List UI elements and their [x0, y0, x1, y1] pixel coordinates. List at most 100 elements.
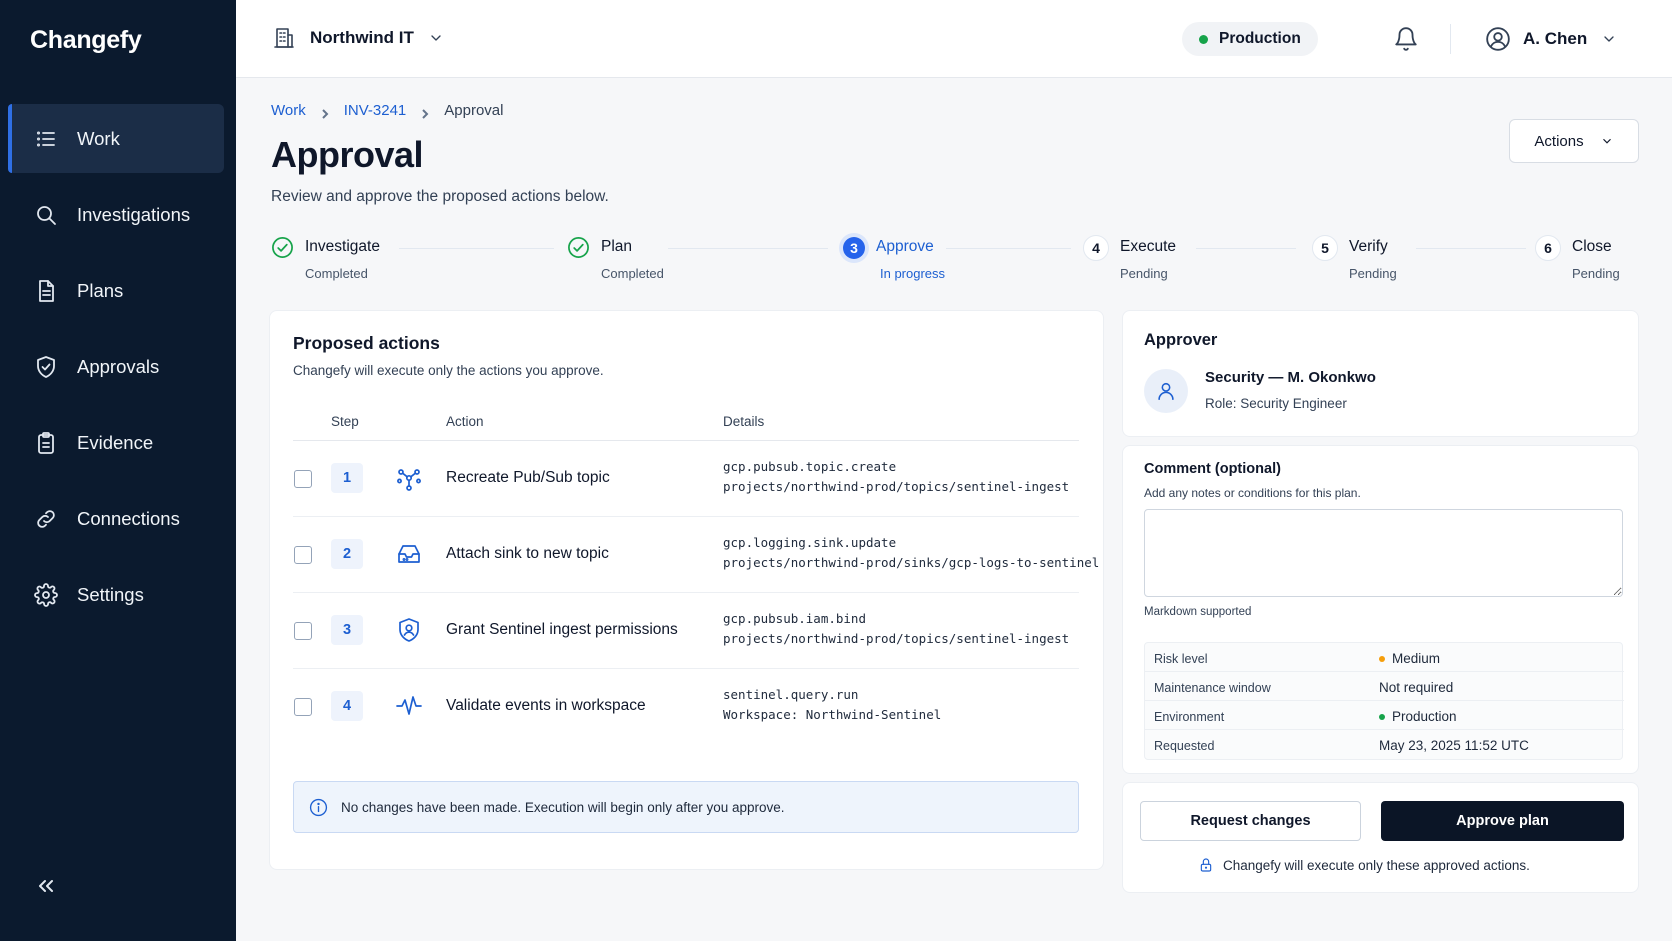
card-title: Proposed actions — [293, 333, 440, 353]
breadcrumb-link-investigation[interactable]: INV-3241 — [344, 102, 407, 119]
step-label: Investigate — [305, 238, 380, 255]
step-execute[interactable]: 4 Execute Pending — [1083, 235, 1177, 281]
markdown-note: Markdown supported — [1144, 606, 1252, 618]
row-checkbox[interactable] — [294, 622, 312, 640]
sidebar-item-connections[interactable]: Connections — [8, 484, 224, 553]
meta-key: Maintenance window — [1154, 681, 1271, 695]
step-label: Plan — [601, 238, 633, 255]
row-checkbox[interactable] — [294, 470, 312, 488]
step-status: Pending — [1572, 266, 1620, 281]
status-dot — [1199, 34, 1208, 44]
comment-label: Comment (optional) — [1144, 461, 1281, 477]
step-label: Close — [1572, 238, 1612, 255]
action-detail-operation: gcp.logging.sink.update — [723, 535, 897, 550]
sidebar-item-label: Settings — [77, 583, 144, 605]
step-number: 6 — [1535, 235, 1561, 261]
step-verify[interactable]: 5 Verify Pending — [1312, 235, 1397, 281]
comment-textarea[interactable] — [1144, 509, 1623, 597]
user-name: A. Chen — [1523, 29, 1588, 48]
action-name: Grant Sentinel ingest permissions — [446, 621, 678, 638]
user-menu[interactable]: A. Chen — [1485, 26, 1617, 52]
step-plan[interactable]: Plan Completed — [567, 236, 664, 281]
user-icon — [1144, 369, 1188, 413]
link-icon — [32, 505, 60, 533]
step-label: Execute — [1120, 238, 1177, 255]
step-approve[interactable]: 3 Approve In progress — [843, 236, 945, 281]
double-chevron-left-icon[interactable] — [34, 874, 58, 898]
sidebar-item-label: Connections — [77, 507, 180, 529]
step-connector — [668, 248, 828, 249]
meta-row: Risk level Medium — [1145, 643, 1624, 672]
approver-card: Approver Security — M. Okonkwo Role: Sec… — [1122, 310, 1639, 437]
meta-value: Production — [1379, 709, 1457, 724]
sidebar-item-plans[interactable]: Plans — [8, 256, 224, 325]
info-text: No changes have been made. Execution wil… — [341, 799, 785, 815]
table-row: 4 Validate events in workspace sentinel.… — [293, 669, 1079, 745]
step-status: In progress — [880, 266, 946, 281]
gear-icon — [32, 581, 60, 609]
step-number: 4 — [331, 691, 363, 721]
action-name: Attach sink to new topic — [446, 545, 609, 562]
meta-key: Environment — [1154, 710, 1225, 724]
environment-badge[interactable]: Production — [1182, 22, 1318, 56]
meta-value: Not required — [1379, 680, 1454, 695]
step-status: Completed — [601, 266, 664, 281]
step-number: 2 — [331, 539, 363, 569]
sidebar-item-evidence[interactable]: Evidence — [8, 408, 224, 477]
risk-level-value: Medium — [1392, 651, 1441, 666]
column-header-details: Details — [723, 414, 765, 429]
actions-dropdown[interactable]: Actions — [1509, 119, 1639, 163]
step-number: 1 — [331, 463, 363, 493]
column-header-action: Action — [446, 414, 484, 429]
step-investigate[interactable]: Investigate Completed — [271, 236, 380, 281]
search-icon — [32, 201, 60, 229]
org-switcher[interactable]: Northwind IT — [272, 26, 444, 50]
check-circle-icon — [567, 236, 590, 259]
meta-key: Requested — [1154, 739, 1215, 753]
bell-icon[interactable] — [1393, 26, 1419, 52]
sidebar-item-approvals[interactable]: Approvals — [8, 332, 224, 401]
approve-plan-button[interactable]: Approve plan — [1381, 801, 1624, 841]
brand-logo[interactable]: Changefy — [30, 26, 142, 55]
table-row: 3 Grant Sentinel ingest permissions gcp.… — [293, 593, 1079, 669]
sidebar-item-label: Investigations — [77, 203, 191, 225]
action-detail-resource: projects/northwind-prod/sinks/gcp-logs-t… — [723, 555, 1100, 570]
sidebar-item-work[interactable]: Work — [8, 104, 224, 173]
shield-user-icon — [395, 616, 423, 644]
request-changes-button[interactable]: Request changes — [1140, 801, 1361, 841]
sidebar-item-settings[interactable]: Settings — [8, 560, 224, 629]
card-title: Approver — [1144, 331, 1218, 349]
action-detail-operation: gcp.pubsub.iam.bind — [723, 611, 866, 626]
step-close[interactable]: 6 Close Pending — [1535, 235, 1620, 281]
table-row: 2 Attach sink to new topic gcp.logging.s… — [293, 517, 1099, 593]
sidebar: Changefy Work Investigations Plans Appro… — [0, 0, 236, 941]
action-name: Recreate Pub/Sub topic — [446, 469, 610, 486]
step-number: 5 — [1312, 235, 1338, 261]
sidebar-item-label: Work — [77, 127, 120, 149]
meta-value: May 23, 2025 11:52 UTC — [1379, 738, 1529, 753]
column-header-step: Step — [331, 414, 359, 429]
breadcrumb-link-work[interactable]: Work — [271, 102, 306, 119]
step-number: 3 — [843, 237, 865, 259]
environment-dot — [1379, 713, 1385, 720]
card-subtitle: Changefy will execute only the actions y… — [293, 363, 604, 378]
list-icon — [32, 125, 60, 153]
row-checkbox[interactable] — [294, 698, 312, 716]
risk-dot — [1379, 655, 1385, 662]
step-label: Approve — [876, 238, 934, 255]
check-circle-icon — [271, 236, 294, 259]
divider — [1450, 24, 1451, 54]
approver-name: Security — M. Okonkwo — [1205, 369, 1376, 386]
sidebar-nav: Work Investigations Plans Approvals Evid… — [0, 104, 236, 636]
meta-row: Maintenance window Not required — [1145, 672, 1624, 701]
step-connector — [1196, 248, 1296, 249]
building-icon — [274, 28, 294, 48]
chevron-right-icon — [320, 106, 330, 119]
chevron-down-icon — [431, 35, 441, 41]
table-header: Step Action Details — [293, 401, 1079, 441]
sidebar-item-investigations[interactable]: Investigations — [8, 180, 224, 249]
info-icon — [309, 798, 328, 816]
action-name: Validate events in workspace — [446, 697, 646, 714]
row-checkbox[interactable] — [294, 546, 312, 564]
step-connector — [399, 248, 554, 249]
